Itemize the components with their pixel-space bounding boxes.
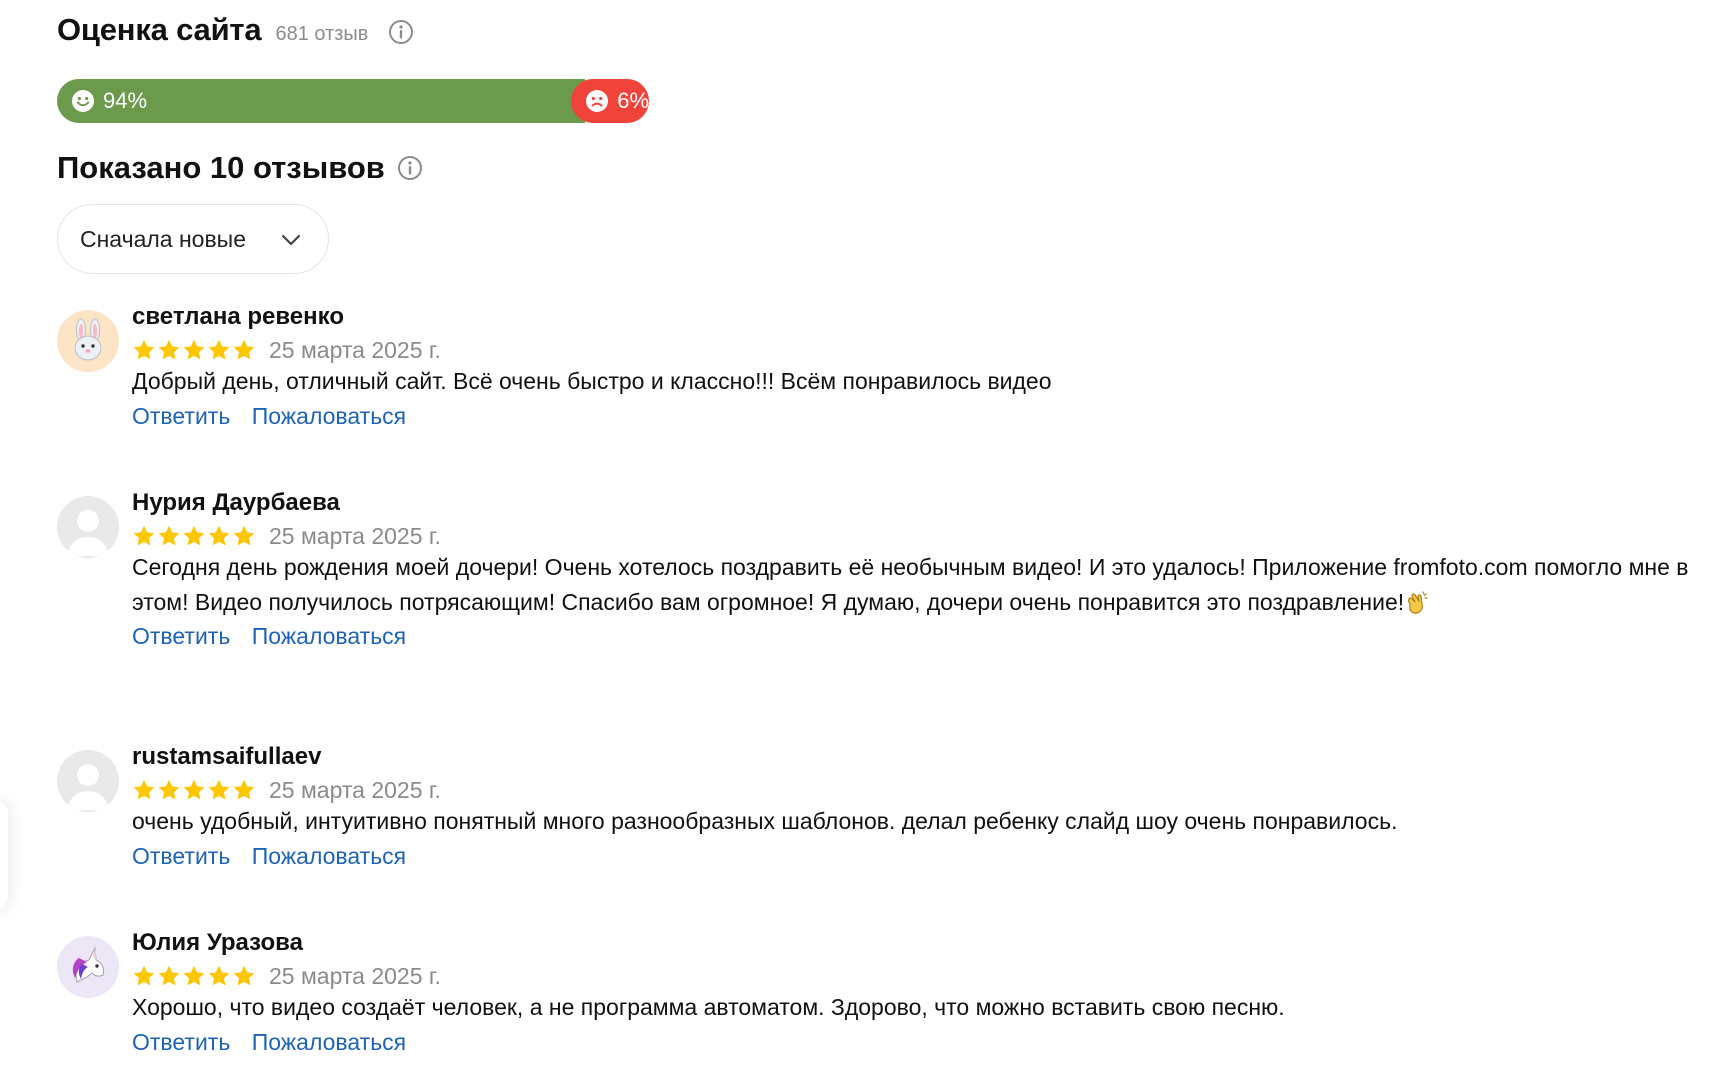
star-icon — [157, 964, 181, 988]
review-text: Сегодня день рождения моей дочери! Очень… — [132, 550, 1692, 619]
sort-dropdown[interactable]: Сначала новые — [57, 204, 329, 274]
reply-link[interactable]: Ответить — [132, 623, 230, 649]
review-date: 25 марта 2025 г. — [269, 776, 441, 803]
negative-segment: 6% — [571, 79, 649, 123]
info-icon[interactable] — [397, 155, 423, 181]
report-link[interactable]: Пожаловаться — [252, 403, 406, 429]
side-panel-edge — [0, 800, 8, 910]
star-icon — [132, 778, 156, 802]
review-meta: 25 марта 2025 г. — [132, 334, 1692, 366]
review-body: rustamsaifullaev 25 марта 2025 г. очень … — [132, 740, 1692, 873]
star-icon — [207, 778, 231, 802]
star-icon — [207, 338, 231, 362]
star-icon — [132, 964, 156, 988]
shown-reviews-header: Показано 10 отзывов — [57, 150, 423, 186]
sad-face-icon — [586, 90, 609, 112]
star-icon — [182, 778, 206, 802]
review-text: Добрый день, отличный сайт. Всё очень бы… — [132, 368, 1052, 394]
shown-reviews-title: Показано 10 отзывов — [57, 150, 385, 185]
rating-stars — [132, 964, 257, 988]
rating-header: Оценка сайта 681 отзыв — [57, 12, 414, 48]
review-date: 25 марта 2025 г. — [269, 962, 441, 989]
review-meta: 25 марта 2025 г. — [132, 960, 1692, 992]
star-icon — [207, 964, 231, 988]
review-date: 25 марта 2025 г. — [269, 522, 441, 549]
review-text: Хорошо, что видео создаёт человек, а не … — [132, 994, 1285, 1020]
review-author[interactable]: Юлия Уразова — [132, 926, 1692, 960]
review-body: светлана ревенко 25 марта 2025 г. Добрый… — [132, 300, 1692, 433]
rating-title: Оценка сайта — [57, 12, 262, 47]
info-icon[interactable] — [388, 19, 414, 45]
report-link[interactable]: Пожаловаться — [252, 843, 406, 869]
review-body: Нурия Даурбаева 25 марта 2025 г. Сегодня… — [132, 486, 1692, 653]
star-icon — [157, 524, 181, 548]
star-icon — [132, 524, 156, 548]
star-icon — [157, 778, 181, 802]
star-icon — [232, 338, 256, 362]
star-icon — [207, 524, 231, 548]
negative-percent: 6% — [617, 88, 649, 113]
star-icon — [182, 338, 206, 362]
reply-link[interactable]: Ответить — [132, 1029, 230, 1055]
star-icon — [182, 964, 206, 988]
star-icon — [232, 778, 256, 802]
positive-percent: 94% — [103, 88, 148, 113]
default-user-icon — [57, 496, 119, 558]
bunny-icon — [57, 310, 119, 372]
rating-stars — [132, 524, 257, 548]
star-icon — [132, 338, 156, 362]
review-meta: 25 марта 2025 г. — [132, 520, 1692, 552]
star-icon — [157, 338, 181, 362]
reply-link[interactable]: Ответить — [132, 843, 230, 869]
reply-link[interactable]: Ответить — [132, 403, 230, 429]
rating-stars — [132, 338, 257, 362]
sort-selected-value: Сначала новые — [80, 225, 247, 252]
review-actions: Ответить Пожаловаться — [132, 839, 1692, 873]
review-body: Юлия Уразова 25 марта 2025 г. Хорошо, чт… — [132, 926, 1692, 1059]
review-text-content: Сегодня день рождения моей дочери! Очень… — [132, 554, 1689, 615]
review-author[interactable]: светлана ревенко — [132, 300, 1692, 334]
smile-face-icon — [72, 90, 94, 112]
chevron-down-icon — [281, 234, 301, 246]
star-icon — [232, 524, 256, 548]
default-user-icon — [57, 750, 119, 812]
review-author[interactable]: rustamsaifullaev — [132, 740, 1692, 774]
sentiment-bar: 94% 6% — [57, 79, 649, 123]
review-actions: Ответить Пожаловаться — [132, 619, 1692, 653]
star-icon — [182, 524, 206, 548]
positive-segment: 94% — [57, 79, 586, 123]
reviews-count: 681 отзыв — [275, 23, 369, 45]
review-text: очень удобный, интуитивно понятный много… — [132, 808, 1398, 834]
clapping-hands-icon — [1408, 590, 1428, 614]
review-author[interactable]: Нурия Даурбаева — [132, 486, 1692, 520]
report-link[interactable]: Пожаловаться — [252, 623, 406, 649]
review-actions: Ответить Пожаловаться — [132, 1025, 1692, 1059]
review-actions: Ответить Пожаловаться — [132, 399, 1692, 433]
star-icon — [232, 964, 256, 988]
report-link[interactable]: Пожаловаться — [252, 1029, 406, 1055]
unicorn-icon — [57, 936, 119, 998]
review-date: 25 марта 2025 г. — [269, 336, 441, 363]
review-meta: 25 марта 2025 г. — [132, 774, 1692, 806]
rating-stars — [132, 778, 257, 802]
